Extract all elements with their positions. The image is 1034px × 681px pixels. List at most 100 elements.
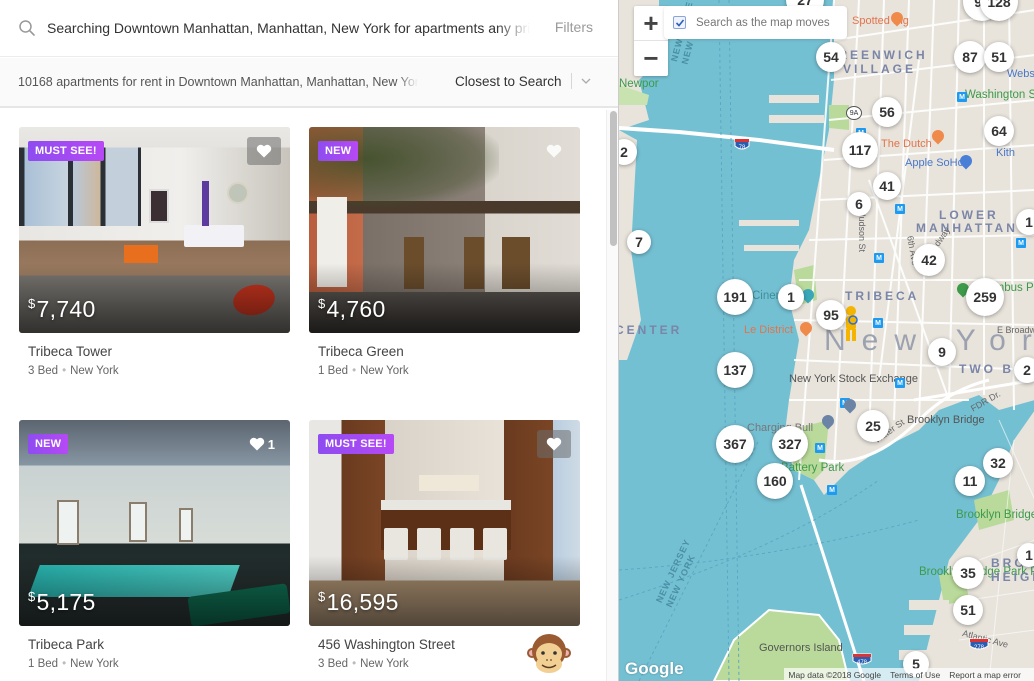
listing-card[interactable]: MUST SEE! $7,740 Tribeca Tower 3 Bed • New… <box>19 127 290 377</box>
map-cluster-marker[interactable]: 42 <box>913 244 945 276</box>
terms-of-use-link[interactable]: Terms of Use <box>890 670 940 680</box>
route-9a-shield: 9A <box>846 106 862 120</box>
listing-meta: 1 Bed • New York <box>318 365 409 377</box>
listing-price: $16,595 <box>318 589 399 615</box>
listing-name[interactable]: Tribeca Green <box>318 344 580 359</box>
google-logo: Google <box>625 659 684 678</box>
listing-meta: 3 Bed • New York <box>28 365 119 377</box>
map-cluster-marker[interactable]: 87 <box>954 41 986 73</box>
subway-icon: M <box>874 253 884 263</box>
app-root: Searching Downtown Manhattan, Manhattan,… <box>0 0 1034 681</box>
svg-text:78: 78 <box>739 145 746 151</box>
heart-icon <box>546 144 562 158</box>
map-cluster-marker[interactable]: 56 <box>872 97 902 127</box>
listing-photo[interactable]: MUST SEE! $7,740 <box>19 127 290 333</box>
svg-text:478: 478 <box>857 660 868 666</box>
interstate-478-shield: 478 <box>852 653 874 667</box>
map-cluster-marker[interactable]: 367 <box>716 425 754 463</box>
listing-card[interactable]: NEW $4,760 Tribeca Green 1 Bed • New York <box>309 127 580 377</box>
orange-cart <box>124 245 158 263</box>
monkey-chat-icon[interactable] <box>527 631 571 675</box>
map-cluster-marker[interactable]: 6 <box>847 192 871 216</box>
listing-name[interactable]: Tribeca Park <box>28 637 290 652</box>
favorite-count: 1 <box>267 436 275 452</box>
listing-beds: 1 Bed <box>28 658 59 670</box>
map-cluster-marker[interactable]: 327 <box>772 426 808 462</box>
listing-panel: Searching Downtown Manhattan, Manhattan,… <box>0 0 618 681</box>
listing-photo[interactable]: MUST SEE! $16,595 <box>309 420 580 626</box>
window <box>57 500 79 545</box>
subway-icon: M <box>827 485 837 495</box>
window <box>179 508 193 542</box>
map[interactable]: GREENWICH VILLAGE Washington Square Park… <box>618 0 1034 681</box>
listing-photo[interactable]: NEW 1 $5,175 <box>19 420 290 626</box>
map-cluster-marker[interactable]: 51 <box>984 42 1014 72</box>
map-cluster-marker[interactable]: 35 <box>952 557 984 589</box>
map-cluster-marker[interactable]: 160 <box>757 463 793 499</box>
listing-name[interactable]: Tribeca Tower <box>28 344 290 359</box>
subway-icon: M <box>815 443 825 453</box>
search-as-map-moves-toggle[interactable]: Search as the map moves <box>664 6 847 39</box>
subway-icon: M <box>895 204 905 214</box>
zoom-in-button[interactable]: + <box>634 6 668 41</box>
must-see-badge: MUST SEE! <box>28 141 104 161</box>
map-cluster-marker[interactable]: 259 <box>966 278 1004 316</box>
map-cluster-marker[interactable]: 1 <box>778 284 804 310</box>
heart-icon <box>256 144 272 158</box>
map-cluster-marker[interactable]: 2 <box>1014 357 1034 383</box>
bed <box>184 225 244 247</box>
listing-card[interactable]: NEW 1 $5,175 Tribeca Park 1 Bed • New York <box>19 420 290 670</box>
listing-city: New York <box>360 658 409 670</box>
listing-scrollbar[interactable] <box>606 110 618 681</box>
listing-city: New York <box>70 658 119 670</box>
subway-icon: M <box>873 318 883 328</box>
search-icon <box>18 19 36 37</box>
results-bar: 10168 apartments for rent in Downtown Ma… <box>0 58 618 108</box>
wall-art <box>149 189 169 223</box>
map-cluster-marker[interactable]: 117 <box>842 132 878 168</box>
map-cluster-marker[interactable]: 25 <box>857 410 889 442</box>
pendant-light <box>419 475 479 491</box>
mirror <box>227 182 249 204</box>
map-cluster-marker[interactable]: 9 <box>928 338 956 366</box>
favorite-button[interactable] <box>537 137 571 165</box>
search-input[interactable]: Searching Downtown Manhattan, Manhattan,… <box>47 20 530 36</box>
map-attribution: Map data ©2018 Google Terms of Use Repor… <box>784 668 1034 681</box>
listing-photo[interactable]: NEW $4,760 <box>309 127 580 333</box>
listing-meta: 1 Bed • New York <box>28 658 119 670</box>
interstate-278-shield: 278 <box>969 638 991 652</box>
map-cluster-marker[interactable]: 64 <box>984 116 1014 146</box>
map-cluster-marker[interactable]: 32 <box>983 448 1013 478</box>
sort-divider <box>570 73 572 89</box>
favorite-button[interactable] <box>537 430 571 458</box>
filters-button[interactable]: Filters <box>555 19 593 35</box>
listing-city: New York <box>70 365 119 377</box>
favorite-button[interactable] <box>247 137 281 165</box>
counter-top <box>381 500 511 510</box>
chevron-down-icon <box>580 75 592 87</box>
listing-beds: 3 Bed <box>28 365 59 377</box>
favorite-button[interactable]: 1 <box>243 430 281 458</box>
map-cluster-marker[interactable]: 191 <box>717 279 753 315</box>
map-cluster-marker[interactable]: 51 <box>953 595 983 625</box>
sort-label: Closest to Search <box>455 73 562 89</box>
map-cluster-marker[interactable]: 41 <box>873 172 901 200</box>
report-map-error-link[interactable]: Report a map error <box>949 670 1021 680</box>
map-cluster-marker[interactable]: 95 <box>816 300 846 330</box>
listing-price: $4,760 <box>318 296 386 322</box>
search-as-map-moves-label: Search as the map moves <box>696 16 830 29</box>
map-cluster-marker[interactable]: 54 <box>816 42 846 72</box>
zoom-out-button[interactable]: − <box>634 41 668 76</box>
search-bar: Searching Downtown Manhattan, Manhattan,… <box>0 0 618 57</box>
map-cluster-marker[interactable]: 137 <box>717 352 753 388</box>
sort-select[interactable]: Closest to Search <box>455 73 592 89</box>
map-cluster-marker[interactable]: 11 <box>955 466 985 496</box>
scrollbar-thumb[interactable] <box>610 111 617 246</box>
search-as-map-moves-checkbox[interactable] <box>673 16 686 29</box>
tree-foliage <box>309 127 499 207</box>
map-cluster-marker[interactable]: 1 <box>1017 543 1034 567</box>
interstate-78-shield: 78 <box>734 138 756 152</box>
map-data-attribution: Map data ©2018 Google <box>788 669 882 680</box>
results-count: 10168 apartments for rent in Downtown Ma… <box>18 75 418 89</box>
map-cluster-marker[interactable]: 7 <box>627 230 651 254</box>
